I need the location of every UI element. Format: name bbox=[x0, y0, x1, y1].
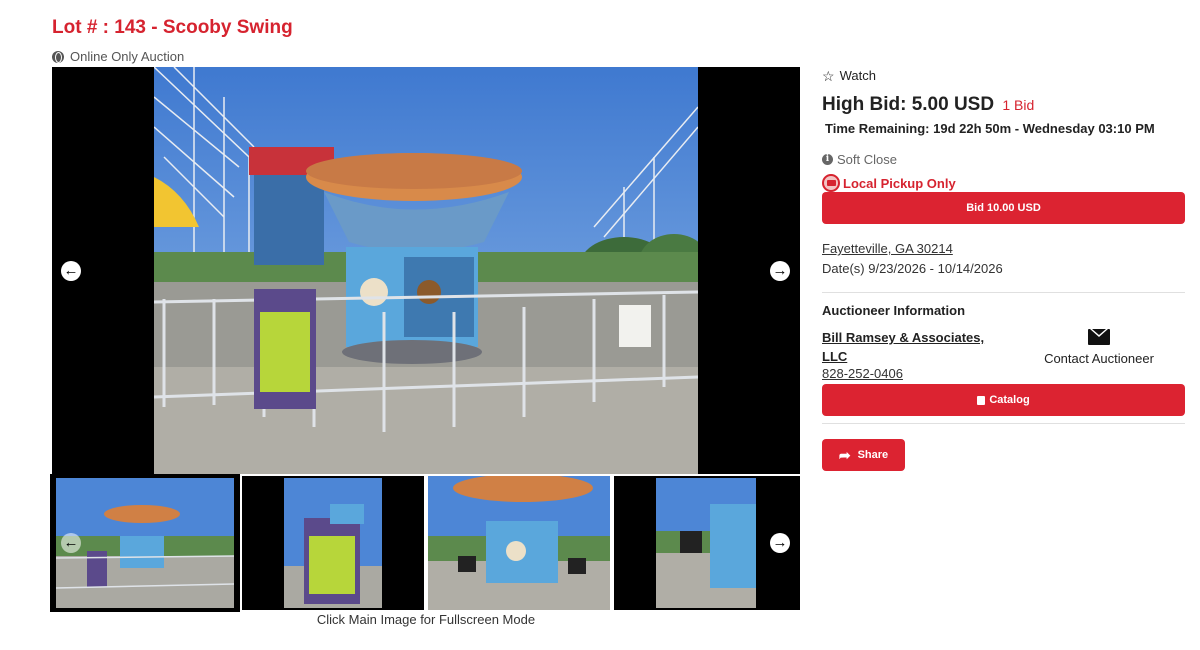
time-remaining: Time Remaining: 19d 22h 50m - Wednesday … bbox=[825, 121, 1155, 136]
bid-button[interactable]: Bid 10.00 USD bbox=[822, 192, 1185, 224]
next-image-button[interactable]: → bbox=[770, 261, 790, 281]
divider bbox=[822, 423, 1185, 424]
catalog-label: Catalog bbox=[989, 394, 1030, 406]
auctioneer-name-link[interactable]: Bill Ramsey & Associates, LLC bbox=[822, 328, 992, 366]
thumbnails-next-button[interactable]: → bbox=[770, 533, 790, 553]
soft-close-label: Soft Close bbox=[837, 152, 897, 167]
thumbnail-3[interactable] bbox=[428, 476, 610, 610]
auction-type: Online Only Auction bbox=[52, 49, 184, 64]
share-button[interactable]: ➦ Share bbox=[822, 439, 905, 471]
globe-icon bbox=[52, 50, 64, 63]
location-link[interactable]: Fayetteville, GA 30214 bbox=[822, 241, 953, 256]
catalog-button[interactable]: Catalog bbox=[822, 384, 1185, 416]
local-pickup: Local Pickup Only bbox=[822, 174, 956, 192]
prev-image-button[interactable]: ← bbox=[61, 261, 81, 281]
thumbnails-prev-button[interactable]: ← bbox=[61, 533, 81, 553]
high-bid: High Bid: 5.00 USD 1 Bid bbox=[822, 94, 1034, 116]
auctioneer-heading: Auctioneer Information bbox=[822, 303, 966, 318]
info-icon: i bbox=[822, 154, 833, 165]
watch-label: Watch bbox=[839, 68, 876, 83]
auctioneer-phone-link[interactable]: 828-252-0406 bbox=[822, 366, 903, 381]
contact-auctioneer-button[interactable]: Contact Auctioneer bbox=[1034, 329, 1164, 366]
star-outline-icon: ☆ bbox=[822, 67, 835, 84]
contact-auctioneer-label: Contact Auctioneer bbox=[1044, 351, 1154, 366]
share-arrow-icon: ➦ bbox=[838, 447, 851, 463]
main-image-viewer[interactable]: ← → bbox=[52, 67, 800, 474]
thumbnail-2[interactable] bbox=[242, 476, 424, 610]
bid-count-link[interactable]: 1 Bid bbox=[1002, 97, 1034, 113]
local-pickup-label: Local Pickup Only bbox=[843, 175, 956, 191]
main-image[interactable] bbox=[154, 67, 698, 474]
high-bid-amount: High Bid: 5.00 USD bbox=[822, 94, 995, 115]
book-icon bbox=[977, 395, 986, 405]
truck-icon bbox=[822, 174, 840, 192]
auction-dates: Date(s) 9/23/2026 - 10/14/2026 bbox=[822, 261, 1003, 276]
soft-close[interactable]: i Soft Close bbox=[822, 152, 897, 167]
thumbnail-strip: ← → bbox=[50, 474, 800, 612]
fullscreen-hint: Click Main Image for Fullscreen Mode bbox=[316, 612, 536, 627]
divider bbox=[822, 292, 1185, 293]
share-label: Share bbox=[857, 449, 889, 461]
lot-title: Lot # : 143 - Scooby Swing bbox=[52, 17, 293, 38]
auction-type-label: Online Only Auction bbox=[70, 49, 185, 64]
envelope-icon bbox=[1088, 329, 1110, 345]
watch-button[interactable]: ☆ Watch bbox=[822, 68, 876, 83]
